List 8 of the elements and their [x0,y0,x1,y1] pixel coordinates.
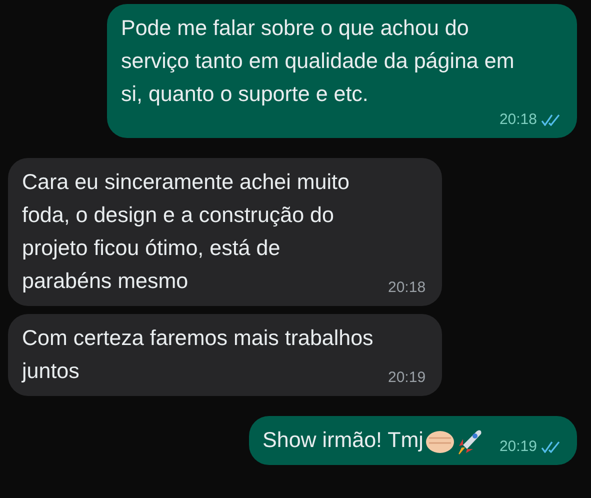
message-time: 20:19 [388,369,426,386]
message-text: Pode me falar sobre o que achou do serviço tanto em qualidade da página em si, quanto o suporte e etc. [121,15,516,108]
message-time: 20:18 [499,111,537,128]
message-text: Com certeza faremos mais trabalhos juntos [22,325,374,385]
message-text: Cara eu sinceramente achei muito foda, o design e a construção do projeto ficou ótimo, está de parabéns mesmo [22,169,350,295]
message-time: 20:19 [499,438,537,455]
message-text: Show irmão! Tmj [262,427,424,454]
message-time: 20:18 [388,279,426,296]
